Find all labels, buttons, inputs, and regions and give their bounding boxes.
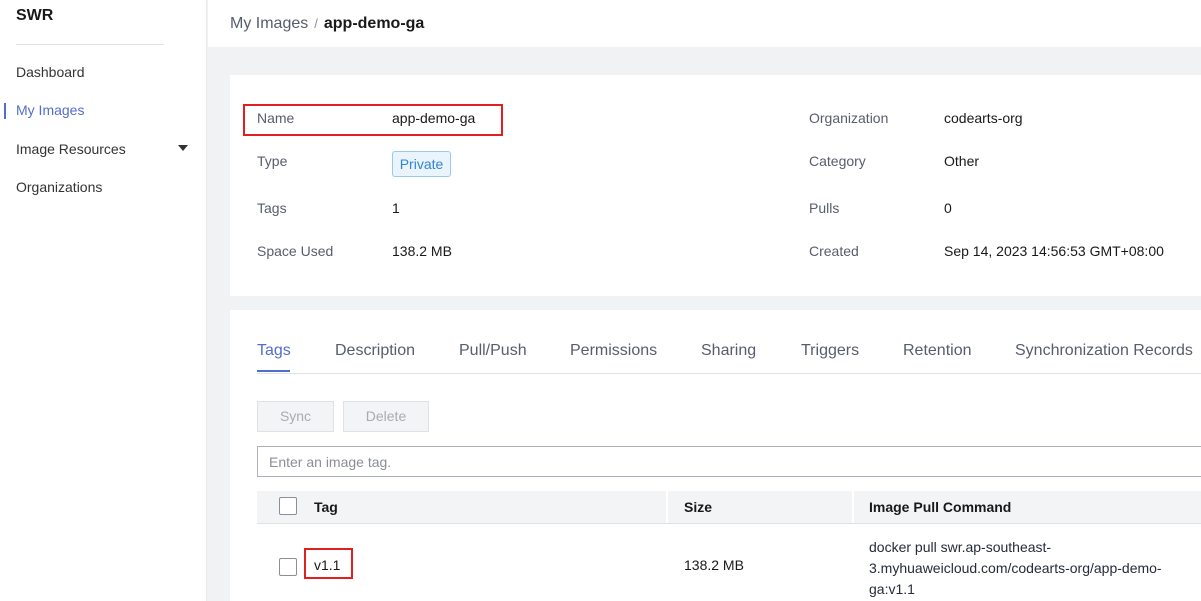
sidebar-item-organizations[interactable]: Organizations xyxy=(16,179,102,195)
tags-value: 1 xyxy=(392,200,400,216)
tab-pull-push[interactable]: Pull/Push xyxy=(459,342,527,360)
row-checkbox[interactable] xyxy=(279,558,297,576)
caret-down-icon[interactable] xyxy=(178,145,188,151)
tab-description[interactable]: Description xyxy=(335,342,415,360)
tab-synchronization-records[interactable]: Synchronization Records xyxy=(1015,342,1193,360)
name-label: Name xyxy=(257,110,295,126)
tag-search-input[interactable] xyxy=(257,446,1201,477)
tab-triggers[interactable]: Triggers xyxy=(801,342,859,360)
category-label: Category xyxy=(809,153,866,169)
sidebar-item-image-resources[interactable]: Image Resources xyxy=(16,141,126,157)
delete-button[interactable]: Delete xyxy=(343,401,429,432)
space-used-label: Space Used xyxy=(257,243,334,259)
tab-tags[interactable]: Tags xyxy=(257,342,291,360)
table-header xyxy=(257,491,1201,523)
tag-column-header: Tag xyxy=(314,499,338,515)
tab-permissions[interactable]: Permissions xyxy=(570,342,657,360)
breadcrumb-separator: / xyxy=(314,16,318,31)
type-label: Type xyxy=(257,153,288,169)
pulls-label: Pulls xyxy=(809,200,840,216)
breadcrumb-my-images-link[interactable]: My Images xyxy=(230,15,308,32)
size-column-header: Size xyxy=(684,499,713,515)
tag-value[interactable]: v1.1 xyxy=(314,557,340,573)
sidebar-item-dashboard[interactable]: Dashboard xyxy=(16,64,85,80)
organization-label: Organization xyxy=(809,110,889,126)
tab-sharing[interactable]: Sharing xyxy=(701,342,756,360)
column-divider xyxy=(666,491,668,523)
column-divider xyxy=(852,491,854,523)
breadcrumb: My Images / app-demo-ga xyxy=(230,15,424,33)
sidebar-divider xyxy=(16,44,164,45)
header-divider xyxy=(257,523,1201,524)
service-title: SWR xyxy=(16,7,54,24)
select-all-checkbox[interactable] xyxy=(279,497,297,515)
pull-command-text: docker pull swr.ap-southeast-3.myhuaweic… xyxy=(869,539,1162,597)
type-badge: Private xyxy=(392,151,451,177)
breadcrumb-current: app-demo-ga xyxy=(323,15,425,32)
sidebar-item-my-images[interactable]: My Images xyxy=(16,102,84,118)
tab-retention[interactable]: Retention xyxy=(903,342,972,360)
space-used-value: 138.2 MB xyxy=(392,243,452,259)
name-value: app-demo-ga xyxy=(392,110,476,126)
active-tab-underline xyxy=(257,370,290,372)
created-label: Created xyxy=(809,243,859,259)
created-value: Sep 14, 2023 14:56:53 GMT+08:00 xyxy=(944,243,1164,259)
command-column-header: Image Pull Command xyxy=(869,499,1012,515)
pulls-value: 0 xyxy=(944,200,952,216)
sync-button[interactable]: Sync xyxy=(257,401,334,432)
organization-value: codearts-org xyxy=(944,110,1023,126)
page-header: My Images / app-demo-ga xyxy=(208,0,1201,47)
category-value: Other xyxy=(944,153,980,169)
size-value: 138.2 MB xyxy=(684,557,744,573)
sidebar: SWR Dashboard My Images Image Resources … xyxy=(0,0,207,601)
active-indicator xyxy=(4,103,6,119)
tabs-divider xyxy=(257,373,1201,374)
tags-label: Tags xyxy=(257,200,287,216)
